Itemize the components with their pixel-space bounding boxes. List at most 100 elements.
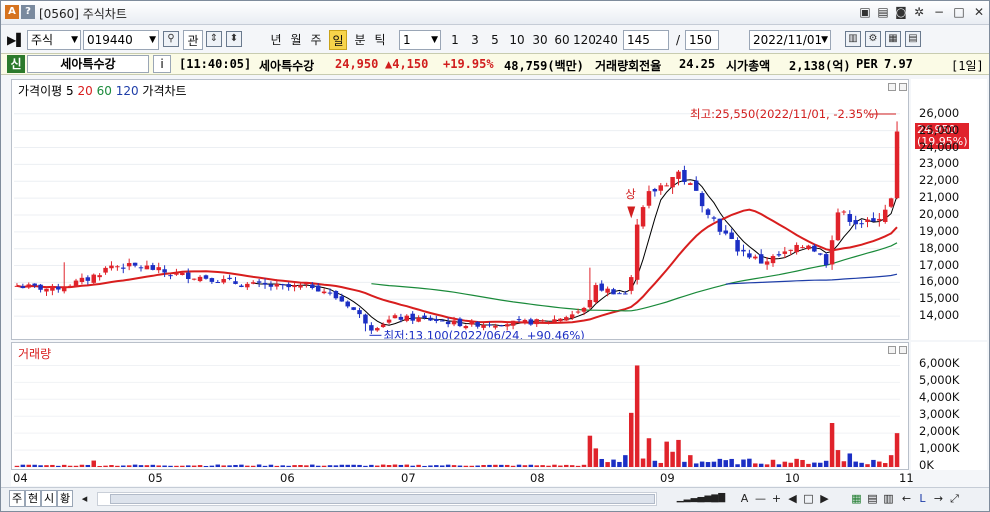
camera-icon[interactable]: ◙ [893, 4, 909, 20]
candle-body [274, 283, 280, 287]
candle [250, 280, 256, 285]
minimize-icon[interactable]: − [931, 4, 947, 20]
play-icon[interactable]: ▶ [817, 491, 832, 506]
tab-hwang[interactable]: 황 [57, 490, 73, 507]
stop-icon[interactable]: □ [801, 491, 816, 506]
zoom-slider[interactable]: ▁▂▃▄▅▆▇ [671, 491, 731, 506]
candle [522, 318, 528, 325]
volume-bar [770, 459, 776, 467]
zoom-in-icon[interactable]: + [769, 491, 784, 506]
candle-body [693, 180, 699, 191]
price-chart-svg[interactable]: 최고:25,550(2022/11/01, -2.35%) 최저:13,100(2… [12, 80, 908, 339]
last-icon[interactable]: L [915, 491, 930, 506]
interval-5[interactable]: 5 [487, 30, 503, 50]
candle-body [256, 281, 262, 283]
panel-minimize-icon[interactable] [888, 346, 896, 354]
scroll-thumb[interactable] [110, 494, 655, 504]
volume-chart-panel[interactable]: 거래량 [11, 342, 909, 470]
arrow-right-icon[interactable]: → [931, 491, 946, 506]
scroll-left-icon[interactable]: ◂ [77, 491, 92, 506]
price-chart-panel[interactable]: 최고:25,550(2022/11/01, -2.35%) 최저:13,100(2… [11, 79, 909, 340]
volume-bar [499, 464, 504, 467]
volume-bar [304, 465, 309, 467]
date-picker[interactable]: 2022/11/01 ▼ [749, 30, 831, 50]
total-count-input[interactable]: 150 [685, 30, 719, 50]
candle [286, 282, 291, 291]
arrow-left-icon[interactable]: ← [899, 491, 914, 506]
volume-bar [587, 435, 593, 467]
search-icon[interactable]: ⚲ [163, 31, 179, 47]
volume-chart-svg[interactable] [12, 343, 908, 469]
volume-bar [888, 455, 894, 467]
horizontal-scrollbar[interactable] [97, 492, 657, 506]
candle-body [386, 319, 392, 323]
chevron-down-icon: ▼ [71, 35, 78, 45]
period-minute[interactable]: 분 [351, 30, 369, 50]
related-button[interactable]: 관 [183, 30, 203, 50]
memo-icon[interactable]: ▤ [875, 4, 891, 20]
zoom-all-icon[interactable]: A [737, 491, 752, 506]
scroll-updown-icon[interactable]: ⇕ [206, 31, 222, 47]
limit-up-arrow [627, 206, 636, 219]
volume-bar [581, 464, 587, 467]
interval-10[interactable]: 10 [507, 30, 527, 50]
zoom-out-icon[interactable]: — [753, 491, 768, 506]
maximize-icon[interactable]: □ [951, 4, 967, 20]
candle-body [44, 288, 49, 292]
interval-30[interactable]: 30 [530, 30, 550, 50]
candle [156, 262, 161, 274]
candle-body [581, 307, 587, 312]
candle-body [351, 307, 356, 310]
excel-icon[interactable]: ▦ [849, 491, 864, 506]
volume-bar [546, 465, 551, 467]
interval-3[interactable]: 3 [467, 30, 483, 50]
interval-60[interactable]: 60 [552, 30, 572, 50]
panel-minimize-icon[interactable] [888, 83, 896, 91]
volume-bar [67, 465, 73, 467]
zoom-box-icon[interactable]: ◀ [785, 491, 800, 506]
link-icon[interactable]: ▣ [857, 4, 873, 20]
period-year[interactable]: 년 [267, 30, 285, 50]
config-icon[interactable]: ⚙ [865, 31, 881, 47]
candle-body [723, 230, 728, 234]
period-month[interactable]: 월 [287, 30, 305, 50]
info-button[interactable]: i [153, 55, 171, 73]
volume-bar [398, 464, 404, 467]
stock-code-input[interactable]: 019440 ▼ [83, 30, 159, 50]
tab-si[interactable]: 시 [41, 490, 57, 507]
volume-bar [14, 465, 20, 467]
view-count-stepper[interactable]: 145 [623, 30, 669, 50]
volume-bar [38, 465, 43, 467]
table-icon[interactable]: ▥ [881, 491, 896, 506]
period-tick[interactable]: 틱 [371, 30, 389, 50]
tab-hyeon[interactable]: 현 [25, 490, 41, 507]
sidebar-toggle-icon[interactable]: ▶▌ [7, 30, 25, 50]
grid-icon[interactable]: ▤ [865, 491, 880, 506]
stock-name-box[interactable]: 세아특수강 [27, 55, 149, 73]
interval-240[interactable]: 240 [595, 30, 618, 50]
period-day[interactable]: 일 [329, 30, 347, 50]
close-icon[interactable]: ✕ [971, 4, 987, 20]
market-select[interactable]: 주식 ▼ [27, 30, 81, 50]
candle [363, 313, 368, 332]
candle-body [658, 185, 664, 191]
fullscreen-icon[interactable]: ⤢ [947, 491, 962, 506]
help-icon[interactable]: ? [21, 5, 35, 19]
chart-type-icon[interactable]: ▥ [845, 31, 861, 47]
panel-close-icon[interactable] [899, 83, 907, 91]
stepper-icon[interactable]: ⬍ [226, 31, 242, 47]
settings-icon[interactable]: ✲ [911, 4, 927, 20]
volume-bar [634, 365, 640, 467]
volume-bar [56, 465, 61, 467]
panel-close-icon[interactable] [899, 346, 907, 354]
interval-1[interactable]: 1 [447, 30, 463, 50]
print-icon[interactable]: ▤ [905, 31, 921, 47]
tab-jumun[interactable]: 주 [9, 490, 25, 507]
candle [126, 258, 132, 271]
interval-select[interactable]: 1 ▼ [399, 30, 441, 50]
save-icon[interactable]: ▦ [885, 31, 901, 47]
candle-body [380, 324, 386, 328]
period-week[interactable]: 주 [307, 30, 325, 50]
app-a-icon[interactable]: A [5, 5, 19, 19]
interval-120[interactable]: 120 [573, 30, 596, 50]
